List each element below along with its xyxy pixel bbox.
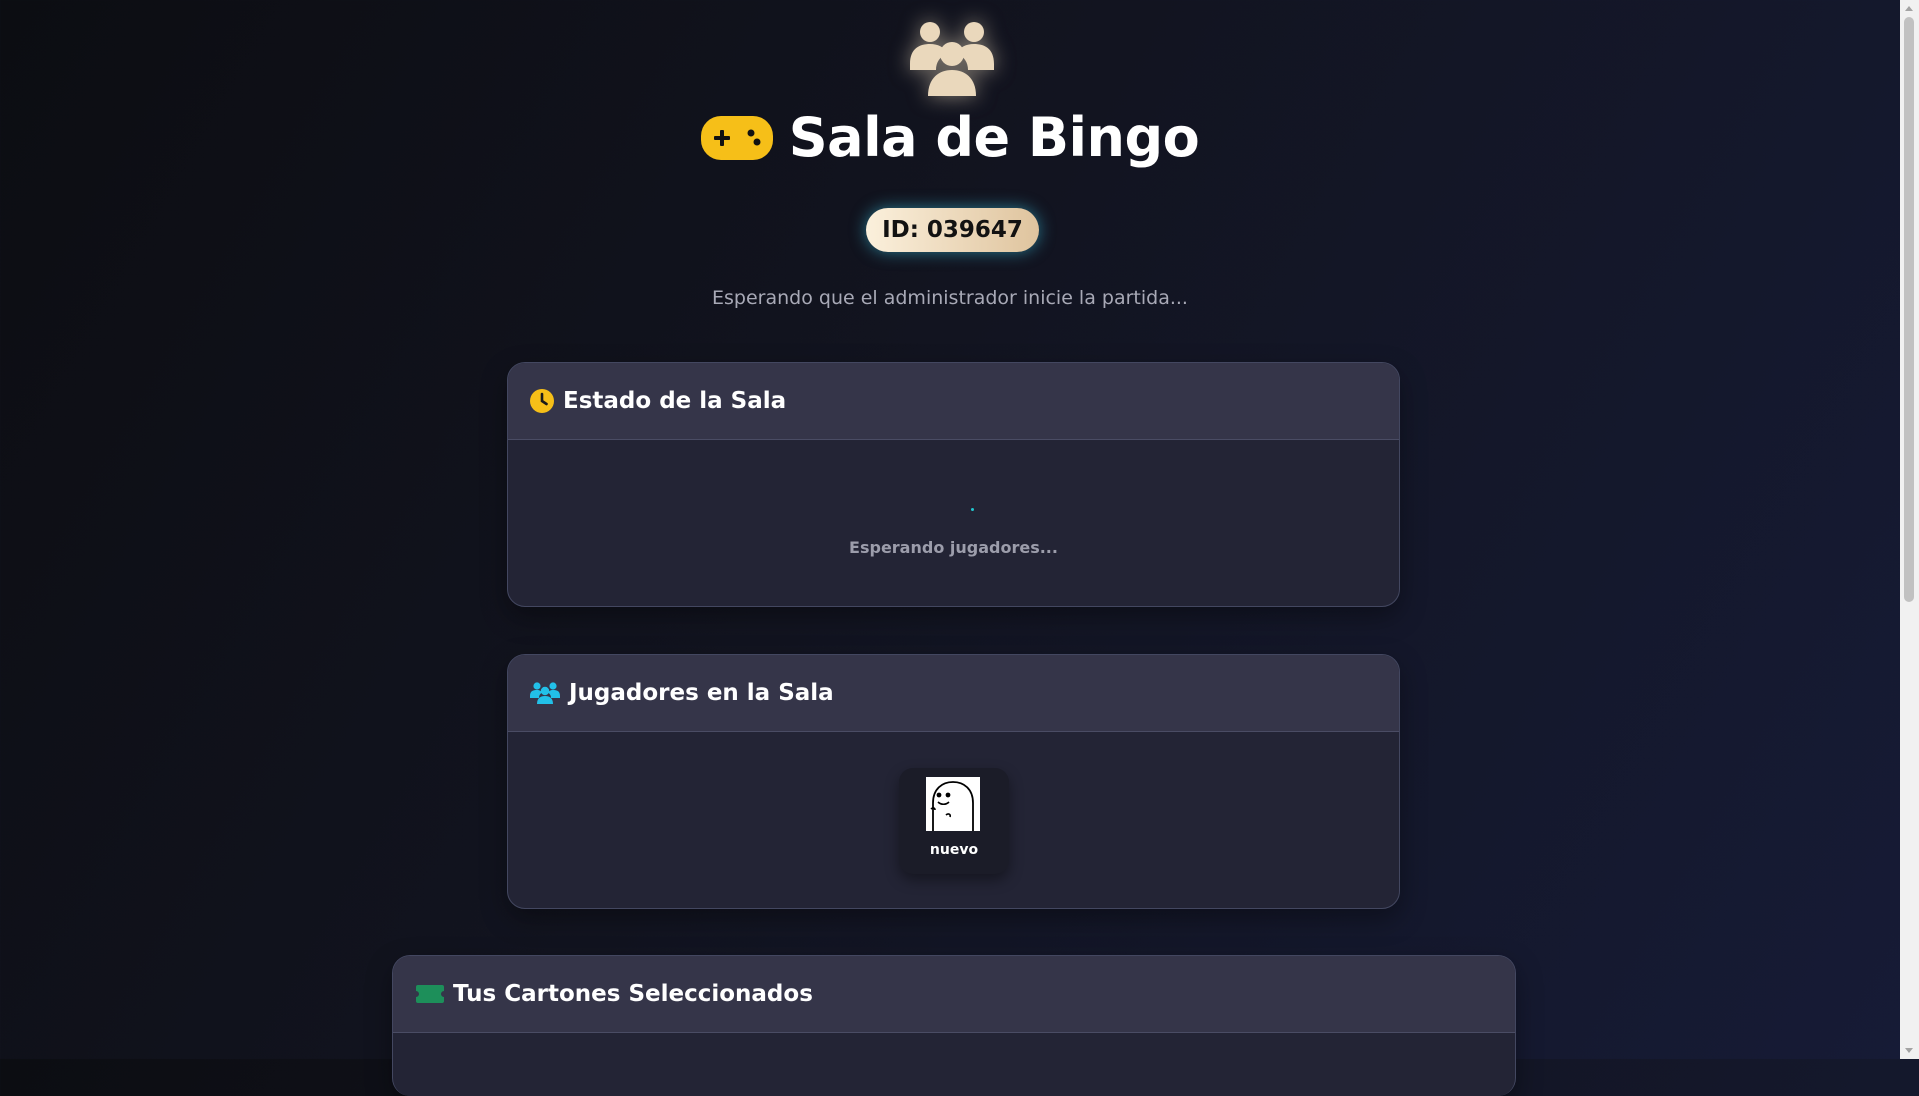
selected-tickets-card: Tus Cartones Seleccionados: [392, 955, 1516, 1096]
status-text: Esperando jugadores...: [849, 538, 1058, 557]
player-name: nuevo: [929, 842, 979, 858]
players-title: Jugadores en la Sala: [569, 680, 834, 706]
gamepad-icon: [700, 115, 773, 160]
room-status-title: Estado de la Sala: [563, 388, 787, 414]
users-icon: [910, 22, 994, 96]
players-header: Jugadores en la Sala: [508, 655, 1399, 732]
room-status-card: Estado de la Sala Esperando jugadores...: [507, 362, 1400, 607]
loading-spinner: [971, 508, 974, 511]
room-id-badge: ID: 039647: [866, 208, 1039, 252]
room-status-body: Esperando jugadores...: [508, 440, 1399, 605]
selected-tickets-header: Tus Cartones Seleccionados: [393, 956, 1515, 1033]
clock-icon: [530, 389, 554, 413]
vertical-scrollbar[interactable]: [1900, 0, 1919, 1059]
waiting-message: Esperando que el administrador inicie la…: [712, 287, 1188, 309]
scroll-up-icon[interactable]: [1905, 6, 1913, 11]
scroll-down-icon[interactable]: [1905, 1048, 1913, 1053]
page-title-text: Sala de Bingo: [788, 106, 1200, 169]
selected-tickets-title: Tus Cartones Seleccionados: [453, 981, 813, 1007]
page-title: Sala de Bingo: [0, 106, 1900, 169]
scrollbar-thumb[interactable]: [1904, 17, 1914, 602]
room-status-header: Estado de la Sala: [508, 363, 1399, 440]
player-card[interactable]: nuevo: [899, 768, 1009, 874]
page: Sala de Bingo ID: 039647 Esperando que e…: [0, 0, 1900, 1096]
ticket-icon: [416, 985, 444, 1003]
player-avatar: [926, 777, 980, 831]
users-icon: [530, 682, 560, 704]
